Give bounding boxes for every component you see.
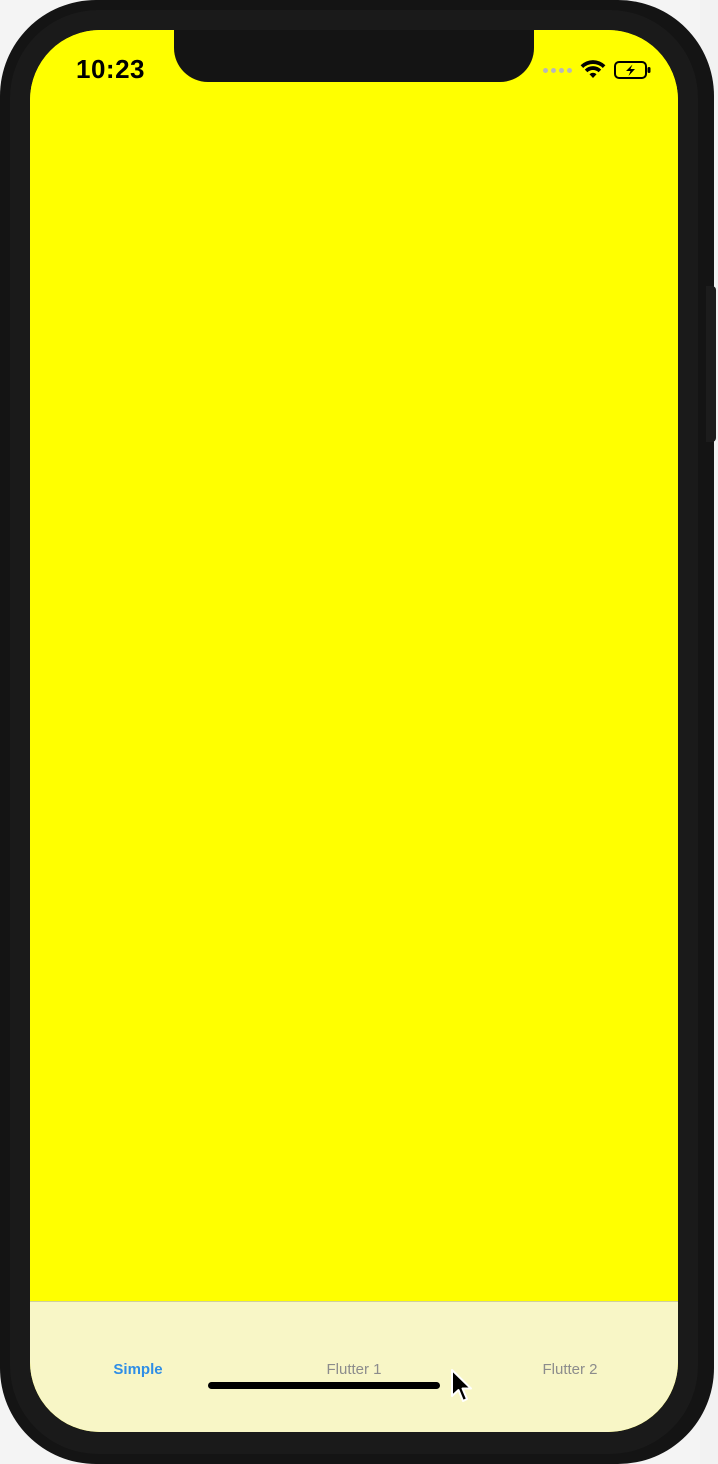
mouse-pointer-icon	[451, 1369, 472, 1402]
battery-charging-icon	[614, 61, 651, 79]
home-indicator[interactable]	[208, 1382, 440, 1389]
tab-simple[interactable]: Simple	[30, 1358, 246, 1380]
wifi-icon	[580, 60, 606, 78]
status-bar-time: 10:23	[76, 54, 145, 84]
main-content-area	[30, 30, 678, 1302]
phone-frame: 10:23 Simple Flutter 1 Flutter 2	[0, 0, 714, 1464]
cellular-signal-icon	[543, 67, 572, 73]
side-power-button	[706, 286, 716, 442]
tab-flutter-1[interactable]: Flutter 1	[246, 1358, 462, 1380]
device-notch	[174, 30, 534, 82]
status-bar-indicators	[543, 58, 652, 82]
tab-flutter-2[interactable]: Flutter 2	[462, 1358, 678, 1380]
bottom-tab-bar: Simple Flutter 1 Flutter 2	[30, 1301, 678, 1432]
phone-screen: 10:23 Simple Flutter 1 Flutter 2	[30, 30, 678, 1432]
